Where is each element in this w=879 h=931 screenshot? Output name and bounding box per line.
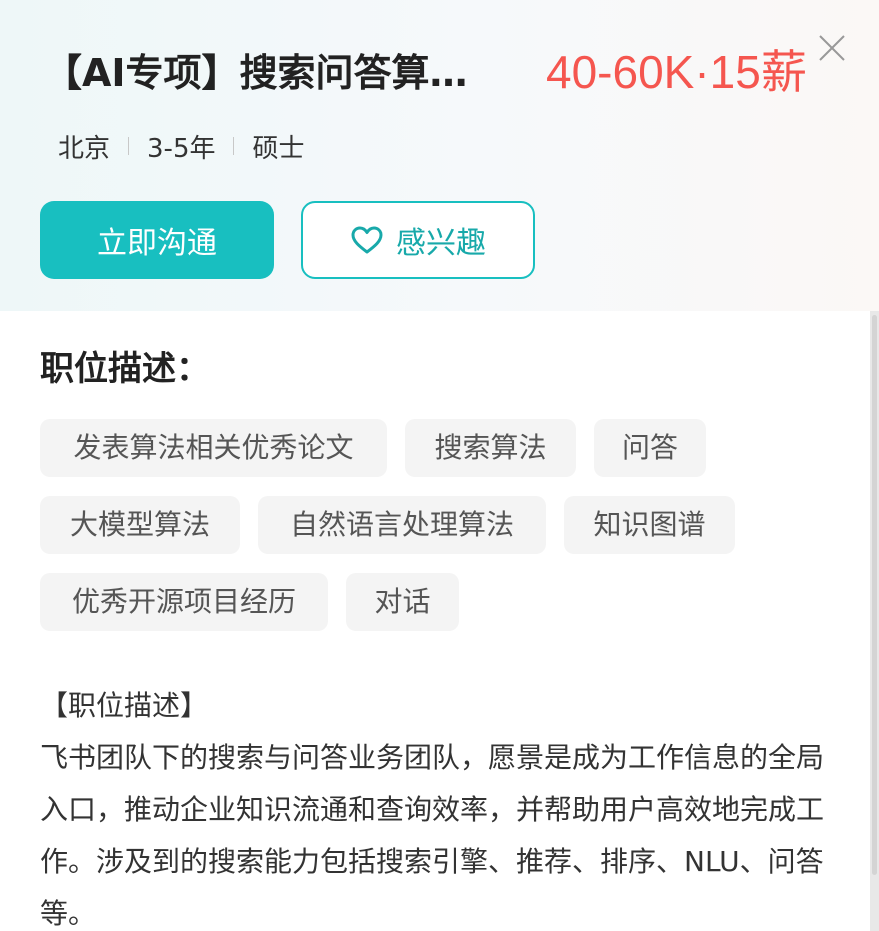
skill-tag: 发表算法相关优秀论文 — [40, 419, 387, 477]
scrollbar[interactable] — [870, 311, 879, 931]
interested-label: 感兴趣 — [396, 226, 486, 261]
skill-tag: 知识图谱 — [564, 496, 735, 554]
job-experience: 3-5年 — [147, 133, 216, 164]
meta-divider — [128, 137, 130, 155]
skill-tag: 自然语言处理算法 — [258, 496, 546, 554]
job-meta: 北京 3-5年 硕士 — [58, 128, 305, 164]
skill-tag: 大模型算法 — [40, 496, 240, 554]
job-degree: 硕士 — [252, 133, 305, 164]
meta-divider — [233, 137, 235, 155]
job-description: 【职位描述】 飞书团队下的搜索与问答业务团队，愿景是成为工作信息的全局入口，推动… — [40, 680, 840, 931]
salary-range: 40-60K·15薪 — [546, 46, 807, 98]
job-location: 北京 — [58, 133, 111, 164]
heart-icon — [351, 226, 383, 254]
skill-tag: 问答 — [594, 419, 706, 477]
chat-now-label: 立即沟通 — [97, 226, 217, 261]
scrollbar-thumb[interactable] — [872, 315, 877, 875]
description-heading: 【职位描述】 — [40, 689, 209, 722]
chat-now-button[interactable]: 立即沟通 — [40, 201, 274, 279]
job-detail-card: 【AI专项】搜索问答算… 40-60K·15薪 北京 3-5年 硕士 立即沟通 … — [0, 0, 879, 931]
skill-tag: 搜索算法 — [405, 419, 576, 477]
section-title: 职位描述： — [40, 349, 210, 389]
job-header: 【AI专项】搜索问答算… 40-60K·15薪 北京 3-5年 硕士 立即沟通 … — [0, 0, 879, 311]
skill-tag: 对话 — [346, 573, 459, 631]
description-text: 飞书团队下的搜索与问答业务团队，愿景是成为工作信息的全局入口，推动企业知识流通和… — [40, 741, 825, 930]
interested-button[interactable]: 感兴趣 — [301, 201, 535, 279]
skill-tag: 优秀开源项目经历 — [40, 573, 328, 631]
close-icon[interactable] — [816, 32, 848, 64]
job-title: 【AI专项】搜索问答算… — [44, 51, 468, 95]
